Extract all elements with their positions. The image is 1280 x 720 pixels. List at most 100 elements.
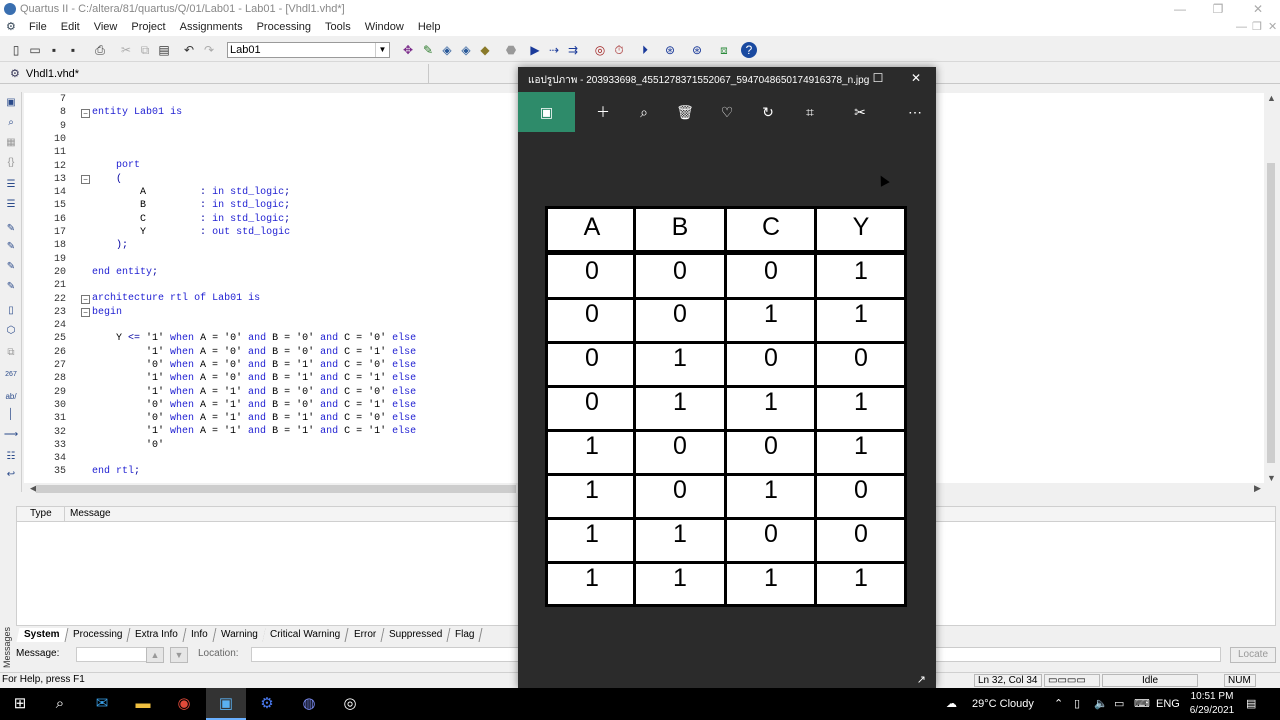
help-icon[interactable]: ? bbox=[741, 42, 757, 58]
photos-close-icon[interactable]: ✕ bbox=[906, 70, 926, 86]
keyboard-icon[interactable]: ⌨ bbox=[1134, 688, 1150, 720]
simulate-icon[interactable]: ⏵ bbox=[637, 42, 653, 58]
timing-icon[interactable]: ◎ bbox=[592, 42, 608, 58]
doc-restore-icon[interactable]: ❐ bbox=[1252, 18, 1262, 36]
netlist-icon[interactable]: ⊛ bbox=[662, 42, 678, 58]
tab-suppressed[interactable]: Suppressed bbox=[381, 628, 451, 642]
tab-warning[interactable]: Warning bbox=[213, 628, 266, 642]
language-indicator[interactable]: ENG bbox=[1156, 688, 1180, 720]
side-bookmark-prev-icon[interactable]: ✎ bbox=[3, 260, 19, 274]
message-field[interactable] bbox=[76, 647, 156, 662]
fold-toggle-icon[interactable]: − bbox=[81, 308, 90, 317]
synthesis-icon[interactable]: ⇉ bbox=[565, 42, 581, 58]
chip-icon[interactable]: ◆ bbox=[477, 42, 493, 58]
tab-processing[interactable]: Processing bbox=[65, 628, 131, 642]
assign-icon[interactable]: ◈ bbox=[439, 42, 455, 58]
hierarchy-icon[interactable]: ✥ bbox=[400, 42, 416, 58]
cut-icon[interactable]: ✂ bbox=[118, 42, 134, 58]
document-tab[interactable]: ⚙ Vhdl1.vhd* bbox=[0, 64, 428, 84]
crop-icon[interactable]: ⌗ bbox=[793, 92, 827, 132]
side-bookmark-clear-icon[interactable]: ✎ bbox=[3, 280, 19, 294]
menu-help[interactable]: Help bbox=[411, 21, 448, 33]
delete-icon[interactable]: 🗑 bbox=[668, 92, 702, 132]
scroll-down-icon[interactable]: ▼ bbox=[1267, 473, 1276, 483]
clock-icon[interactable]: ⏱ bbox=[611, 42, 627, 58]
quartus-icon[interactable]: ⚙ bbox=[247, 688, 287, 720]
scroll-thumb[interactable] bbox=[36, 485, 516, 493]
doc-close-icon[interactable]: ✕ bbox=[1268, 18, 1277, 36]
tab-system[interactable]: System bbox=[16, 628, 69, 642]
close-button[interactable]: ✕ bbox=[1238, 0, 1278, 18]
save-all-icon[interactable]: ▪ bbox=[65, 42, 81, 58]
side-bookmark-next-icon[interactable]: ✎ bbox=[3, 240, 19, 254]
locate-button[interactable]: Locate bbox=[1230, 647, 1276, 663]
stop-icon[interactable]: ⬣ bbox=[503, 42, 519, 58]
programmer-icon[interactable]: ⧈ bbox=[716, 42, 732, 58]
side-wrap-icon[interactable]: ↩ bbox=[3, 468, 19, 482]
analysis-icon[interactable]: ⇢ bbox=[546, 42, 562, 58]
column-type[interactable]: Type bbox=[25, 507, 65, 521]
favorite-heart-icon[interactable]: ♡ bbox=[710, 92, 744, 132]
file-explorer-icon[interactable]: ▬ bbox=[123, 688, 163, 720]
tray-chevron-icon[interactable]: ⌃ bbox=[1054, 688, 1063, 720]
weather-cloud-icon[interactable]: ☁ bbox=[946, 688, 957, 720]
pencil-icon[interactable]: ✎ bbox=[420, 42, 436, 58]
redo-icon[interactable]: ↷ bbox=[201, 42, 217, 58]
mail-icon[interactable]: ✉ bbox=[82, 688, 122, 720]
side-window-icon[interactable]: ▣ bbox=[3, 96, 19, 110]
tab-error[interactable]: Error bbox=[346, 628, 385, 642]
battery-icon[interactable]: ▭ bbox=[1114, 688, 1124, 720]
minimize-button[interactable]: — bbox=[1160, 0, 1200, 18]
side-bookmark-icon[interactable]: ✎ bbox=[3, 222, 19, 236]
paste-icon[interactable]: ▤ bbox=[156, 42, 172, 58]
scroll-up-icon[interactable]: ▲ bbox=[1267, 93, 1276, 103]
pin-planner-icon[interactable]: ◈ bbox=[458, 42, 474, 58]
menu-view[interactable]: View bbox=[87, 21, 125, 33]
new-file-icon[interactable]: ▯ bbox=[8, 42, 24, 58]
side-template-icon[interactable]: ▯ bbox=[3, 304, 19, 318]
search-icon[interactable]: ⌕ bbox=[40, 688, 80, 720]
menu-edit[interactable]: Edit bbox=[54, 21, 87, 33]
side-brace-icon[interactable]: {} bbox=[3, 156, 19, 170]
volume-icon[interactable]: 🔈 bbox=[1094, 688, 1108, 720]
print-icon[interactable]: ⎙ bbox=[92, 42, 108, 58]
photos-icon[interactable]: ▣ bbox=[206, 688, 246, 720]
expand-icon[interactable]: ↗ bbox=[917, 673, 926, 686]
zoom-icon[interactable]: ⌕ bbox=[627, 92, 661, 132]
side-indent-icon[interactable]: ☰ bbox=[3, 178, 19, 192]
obs-icon[interactable]: ◎ bbox=[330, 688, 370, 720]
side-list-icon[interactable]: ☷ bbox=[3, 450, 19, 464]
menu-tools[interactable]: Tools bbox=[318, 21, 358, 33]
tab-flag[interactable]: Flag bbox=[447, 628, 484, 642]
tab-extra-info[interactable]: Extra Info bbox=[127, 628, 187, 642]
scroll-thumb[interactable] bbox=[1267, 163, 1275, 463]
fold-toggle-icon[interactable]: − bbox=[81, 175, 90, 184]
copy-icon[interactable]: ⧉ bbox=[137, 42, 153, 58]
menu-assignments[interactable]: Assignments bbox=[173, 21, 250, 33]
menu-window[interactable]: Window bbox=[358, 21, 411, 33]
tab-info[interactable]: Info bbox=[183, 628, 217, 642]
maximize-button[interactable]: ❐ bbox=[1198, 0, 1238, 18]
doc-minimize-icon[interactable]: — bbox=[1236, 18, 1247, 36]
next-message-icon[interactable]: ▼ bbox=[170, 647, 188, 663]
side-number-icon[interactable]: 267 bbox=[3, 368, 19, 382]
open-folder-icon[interactable]: ▭ bbox=[27, 42, 43, 58]
menu-project[interactable]: Project bbox=[124, 21, 172, 33]
side-comment-icon[interactable]: ⧉ bbox=[3, 346, 19, 360]
previous-message-icon[interactable]: ▲ bbox=[146, 647, 164, 663]
side-unindent-icon[interactable]: ☰ bbox=[3, 198, 19, 212]
tab-critical-warning[interactable]: Critical Warning bbox=[262, 628, 350, 642]
weather-text[interactable]: 29°C Cloudy bbox=[972, 688, 1034, 720]
menu-file[interactable]: File bbox=[22, 21, 54, 33]
menu-processing[interactable]: Processing bbox=[250, 21, 318, 33]
fold-toggle-icon[interactable]: − bbox=[81, 295, 90, 304]
undo-icon[interactable]: ↶ bbox=[181, 42, 197, 58]
scroll-right-icon[interactable]: ▶ bbox=[1254, 483, 1261, 494]
more-options-icon[interactable]: ⋯ bbox=[898, 92, 932, 132]
image-icon[interactable]: ▣ bbox=[518, 92, 575, 132]
rotate-icon[interactable]: ↻ bbox=[751, 92, 785, 132]
save-icon[interactable]: ▪ bbox=[46, 42, 62, 58]
edit-draw-icon[interactable]: ✂ bbox=[843, 92, 877, 132]
chevron-down-icon[interactable]: ▼ bbox=[375, 43, 389, 57]
side-goto-icon[interactable]: ⟶ bbox=[3, 428, 19, 442]
